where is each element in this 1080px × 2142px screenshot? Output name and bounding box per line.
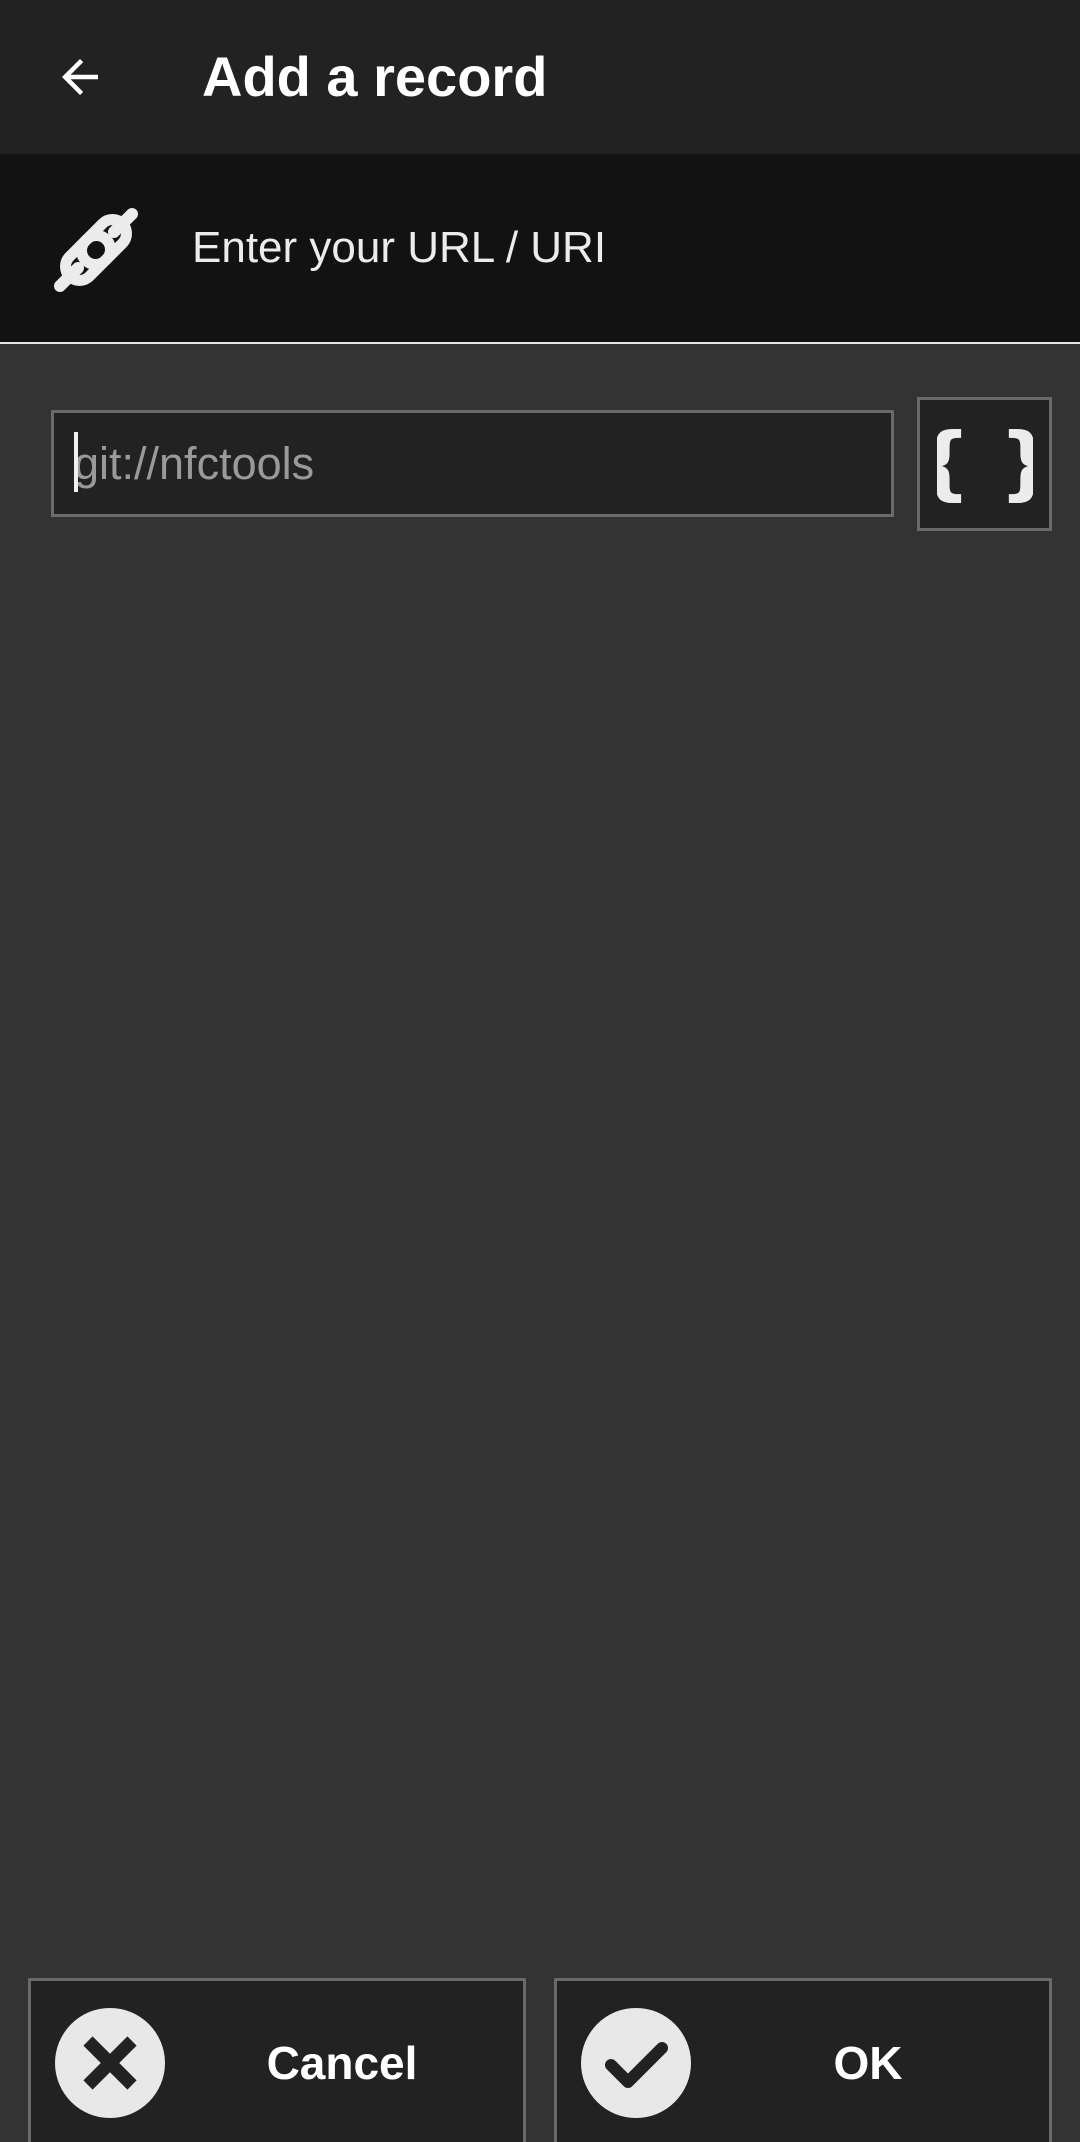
ok-label: OK	[833, 2037, 903, 2089]
close-circle-icon	[55, 2008, 165, 2118]
add-record-screen: Add a record Enter your URL / URI { } Ca…	[0, 0, 1080, 2142]
svg-text:{ }: { }	[937, 416, 1033, 509]
link-icon	[54, 208, 138, 292]
record-type-label: Enter your URL / URI	[192, 223, 607, 272]
ok-button[interactable]: OK	[554, 1978, 1052, 2142]
back-button[interactable]	[40, 37, 120, 117]
url-input[interactable]	[51, 410, 894, 517]
cancel-label: Cancel	[266, 2037, 418, 2089]
check-circle-icon	[581, 2008, 691, 2118]
arrow-left-icon	[62, 59, 98, 95]
app-bar: Add a record	[0, 0, 1080, 154]
variables-button[interactable]: { }	[917, 397, 1052, 531]
record-type-header: Enter your URL / URI	[0, 154, 1080, 344]
text-cursor	[74, 432, 78, 492]
curly-braces-icon: { }	[937, 416, 1033, 509]
page-title: Add a record	[202, 45, 548, 108]
cancel-button[interactable]: Cancel	[28, 1978, 526, 2142]
